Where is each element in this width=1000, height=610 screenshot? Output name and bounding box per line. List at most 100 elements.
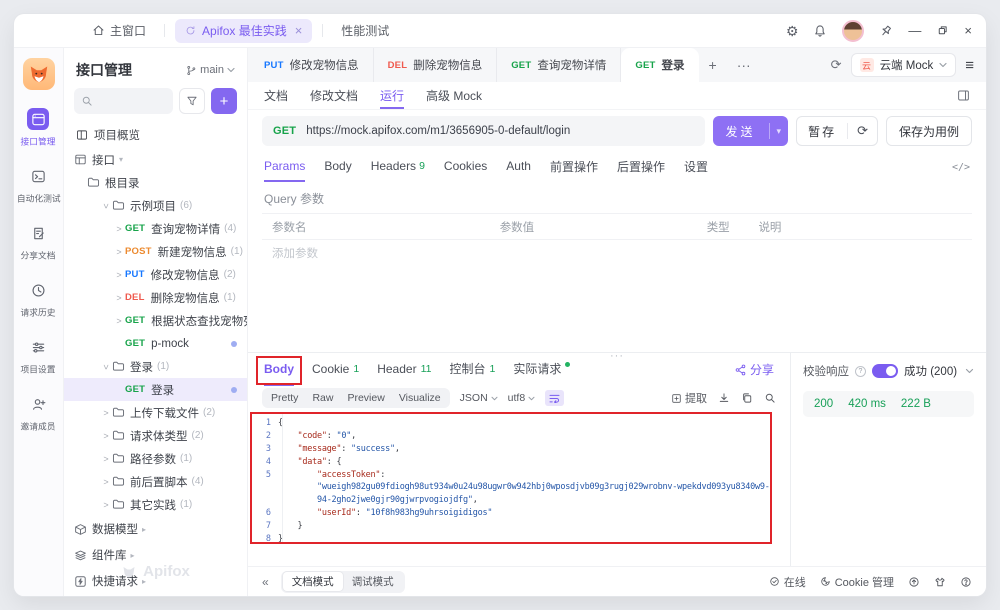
- open-request-tab[interactable]: PUT 修改宠物信息: [250, 48, 374, 82]
- response-tab-实际请求[interactable]: 实际请求: [513, 353, 570, 386]
- tree-folder[interactable]: > 示例项目(6): [64, 194, 247, 217]
- settings-gear-icon[interactable]: ⚙: [786, 24, 799, 38]
- response-tab-Body[interactable]: Body: [264, 353, 294, 386]
- tree-folder[interactable]: > 请求体类型(2): [64, 424, 247, 447]
- env-menu-icon[interactable]: ≡: [965, 57, 974, 74]
- upgrade-icon[interactable]: [908, 576, 920, 588]
- expand-chevron-icon[interactable]: >: [113, 224, 125, 234]
- code-view-icon[interactable]: </>: [952, 162, 970, 173]
- project-tab[interactable]: Apifox 最佳实践 ×: [175, 19, 312, 43]
- search-response-icon[interactable]: [764, 392, 776, 404]
- expand-chevron-icon[interactable]: >: [100, 477, 112, 487]
- save-as-case-button[interactable]: 保存为用例: [886, 116, 972, 146]
- tree-folder[interactable]: > 路径参数(1): [64, 447, 247, 470]
- open-request-tab[interactable]: GET 查询宠物详情: [497, 48, 621, 82]
- undo-history-icon[interactable]: ⟳: [848, 123, 877, 139]
- encoding-dropdown[interactable]: utf8: [508, 392, 536, 404]
- view-mode-Pretty[interactable]: Pretty: [264, 391, 305, 405]
- branch-selector[interactable]: main: [186, 64, 235, 76]
- expand-chevron-icon[interactable]: >: [113, 247, 125, 257]
- sidebar-nav-settings[interactable]: 项目设置: [15, 336, 63, 376]
- request-tab-Cookies[interactable]: Cookies: [444, 152, 487, 182]
- sidebar-item-recycle-bin[interactable]: 回收站: [64, 594, 247, 596]
- request-tab-Params[interactable]: Params: [264, 152, 305, 182]
- open-request-tab[interactable]: GET 登录: [621, 48, 698, 82]
- tree-api-item[interactable]: GET 登录: [64, 378, 247, 401]
- sidebar-nav-invite[interactable]: 邀请成员: [15, 393, 63, 433]
- home-window-tab[interactable]: 主窗口: [84, 22, 154, 39]
- view-mode-Preview[interactable]: Preview: [340, 391, 391, 405]
- project-overview-item[interactable]: 项目概览: [64, 122, 247, 148]
- online-status[interactable]: 在线: [769, 574, 806, 590]
- send-options-caret[interactable]: ▾: [770, 126, 789, 137]
- tree-folder[interactable]: 根目录: [64, 171, 247, 194]
- tree-api-item[interactable]: >POST 新建宠物信息(1): [64, 240, 247, 263]
- request-tab-设置[interactable]: 设置: [684, 152, 708, 182]
- close-window-icon[interactable]: ×: [964, 23, 972, 38]
- tree-folder[interactable]: > 其它实践(1): [64, 493, 247, 516]
- tab-修改文档[interactable]: 修改文档: [310, 82, 358, 109]
- collapse-sidebar-icon[interactable]: «: [262, 575, 269, 589]
- request-tab-后置操作[interactable]: 后置操作: [617, 152, 665, 182]
- tab-运行[interactable]: 运行: [380, 82, 404, 109]
- cookie-manager[interactable]: Cookie 管理: [820, 574, 894, 590]
- more-tabs-button[interactable]: ···: [727, 48, 761, 82]
- response-json-editor[interactable]: 1 { 2 "code": "0", 3 "message": "success…: [250, 412, 772, 544]
- add-api-button[interactable]: +: [211, 88, 237, 114]
- copy-icon[interactable]: [741, 392, 753, 404]
- tree-section-apis[interactable]: 接口▾: [64, 148, 247, 171]
- search-input[interactable]: [74, 88, 173, 114]
- expand-chevron-icon[interactable]: >: [113, 316, 125, 326]
- filter-button[interactable]: [179, 88, 205, 114]
- tab-高级 Mock[interactable]: 高级 Mock: [426, 82, 482, 109]
- expand-chevron-icon[interactable]: >: [100, 408, 112, 418]
- sidebar-item-data-model[interactable]: 数据模型▸: [64, 516, 247, 542]
- close-project-tab-icon[interactable]: ×: [295, 24, 303, 37]
- mock-env-selector[interactable]: 云 云端 Mock: [851, 53, 957, 77]
- minimize-window-icon[interactable]: —: [908, 23, 921, 38]
- sidebar-nav-autotest[interactable]: 自动化测试: [15, 165, 63, 205]
- request-tab-Auth[interactable]: Auth: [506, 152, 531, 182]
- chevron-down-icon[interactable]: [965, 368, 974, 374]
- info-icon[interactable]: ?: [855, 366, 866, 377]
- open-request-tab[interactable]: DEL 删除宠物信息: [374, 48, 498, 82]
- tree-api-item[interactable]: >GET 根据状态查找宠物列表(2): [64, 309, 247, 332]
- add-tab-button[interactable]: +: [699, 48, 727, 82]
- sidebar-nav-sharedoc[interactable]: 分享文档: [15, 222, 63, 262]
- refresh-icon[interactable]: ⟳: [831, 57, 842, 73]
- download-icon[interactable]: [718, 392, 730, 404]
- stash-button[interactable]: 暂存: [797, 123, 847, 140]
- share-button[interactable]: 分享: [735, 361, 774, 378]
- sidebar-nav-history[interactable]: 请求历史: [15, 279, 63, 319]
- expand-chevron-icon[interactable]: >: [113, 293, 125, 303]
- sidebar-nav-api[interactable]: 接口管理: [15, 108, 63, 148]
- tree-folder[interactable]: > 前后置脚本(4): [64, 470, 247, 493]
- response-tab-控制台[interactable]: 控制台1: [449, 353, 495, 386]
- send-button[interactable]: 发送 ▾: [713, 116, 789, 146]
- response-tab-Cookie[interactable]: Cookie1: [312, 353, 359, 386]
- request-tab-Body[interactable]: Body: [324, 152, 351, 182]
- toggle-right-panel-icon[interactable]: [957, 89, 970, 102]
- restore-window-icon[interactable]: [936, 24, 949, 37]
- tab-文档[interactable]: 文档: [264, 82, 288, 109]
- perf-test-tab[interactable]: 性能测试: [333, 22, 397, 39]
- doc-mode-button[interactable]: 文档模式: [283, 572, 343, 591]
- word-wrap-button[interactable]: [545, 390, 564, 406]
- tree-api-item[interactable]: >PUT 修改宠物信息(2): [64, 263, 247, 286]
- debug-mode-button[interactable]: 调试模式: [343, 572, 403, 591]
- tree-folder[interactable]: > 上传下载文件(2): [64, 401, 247, 424]
- expand-chevron-icon[interactable]: >: [101, 200, 111, 212]
- expand-chevron-icon[interactable]: >: [100, 454, 112, 464]
- response-tab-Header[interactable]: Header11: [377, 353, 431, 386]
- help-icon[interactable]: [960, 576, 972, 588]
- pin-window-icon[interactable]: [877, 21, 897, 41]
- sidebar-item-quick-request[interactable]: 快捷请求▸: [64, 568, 247, 594]
- add-param-row[interactable]: 添加参数: [262, 240, 972, 266]
- format-dropdown[interactable]: JSON: [460, 392, 498, 404]
- expand-chevron-icon[interactable]: >: [100, 500, 112, 510]
- view-mode-Visualize[interactable]: Visualize: [392, 391, 448, 405]
- expand-chevron-icon[interactable]: >: [101, 361, 111, 373]
- request-tab-前置操作[interactable]: 前置操作: [550, 152, 598, 182]
- notifications-bell-icon[interactable]: [813, 24, 827, 38]
- expand-chevron-icon[interactable]: >: [100, 431, 112, 441]
